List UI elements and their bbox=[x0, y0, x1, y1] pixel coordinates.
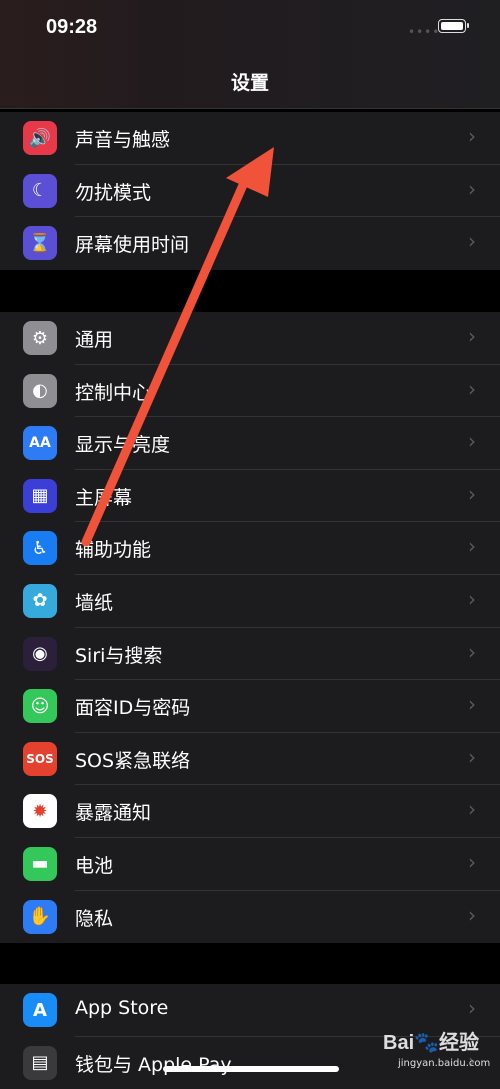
chevron-right-icon: › bbox=[468, 376, 476, 401]
settings-row[interactable]: AA 显示与亮度 › bbox=[0, 417, 500, 470]
settings-row[interactable]: ☺ 面容ID与密码 › bbox=[0, 680, 500, 733]
hourglass-icon: ⌛ bbox=[23, 226, 57, 261]
chevron-right-icon: › bbox=[468, 744, 476, 769]
settings-row[interactable]: ⚙ 通用 › bbox=[0, 312, 500, 365]
wallet-icon: ▤ bbox=[23, 1045, 57, 1080]
chevron-right-icon: › bbox=[468, 534, 476, 559]
settings-row-label: 辅助功能 bbox=[75, 539, 152, 562]
chevron-right-icon: › bbox=[468, 996, 476, 1020]
settings-group-sound: 🔊 声音与触感 › ☾ 勿扰模式 › ⌛ 屏幕使用时间 › bbox=[0, 112, 500, 270]
chevron-right-icon: › bbox=[468, 429, 476, 454]
battery-status-icon bbox=[438, 19, 469, 33]
moon-icon: ☾ bbox=[23, 173, 57, 208]
app-store-icon: A bbox=[23, 993, 57, 1027]
settings-row[interactable]: 🔊 声音与触感 › bbox=[0, 112, 500, 165]
settings-row[interactable]: ◉ Siri与搜索 › bbox=[0, 628, 500, 681]
chevron-right-icon: › bbox=[468, 229, 476, 254]
chevron-right-icon: › bbox=[468, 902, 476, 927]
signal-icon: •••• bbox=[408, 25, 441, 39]
settings-row[interactable]: ✿ 墙纸 › bbox=[0, 575, 500, 628]
settings-row[interactable]: ✹ 暴露通知 › bbox=[0, 785, 500, 838]
accessibility-icon: ♿ bbox=[23, 531, 57, 566]
settings-row-label: 屏幕使用时间 bbox=[75, 234, 190, 257]
home-grid-icon: ▦ bbox=[23, 478, 57, 513]
chevron-right-icon: › bbox=[468, 324, 476, 348]
settings-row-label: 显示与亮度 bbox=[75, 434, 171, 457]
flower-icon: ✿ bbox=[23, 583, 57, 618]
chevron-right-icon: › bbox=[468, 586, 476, 611]
watermark-logo: Bai🐾经验 bbox=[383, 1032, 480, 1054]
settings-row-label: 暴露通知 bbox=[75, 802, 152, 825]
status-bar: 09:28 •••• bbox=[0, 0, 500, 58]
chevron-right-icon: › bbox=[468, 797, 476, 822]
settings-row[interactable]: ◐ 控制中心 › bbox=[0, 365, 500, 418]
chevron-right-icon: › bbox=[468, 481, 476, 506]
settings-row[interactable]: ☾ 勿扰模式 › bbox=[0, 165, 500, 218]
settings-row-label: 墙纸 bbox=[75, 591, 114, 614]
settings-row-label: 控制中心 bbox=[75, 381, 152, 404]
settings-row-label: 声音与触感 bbox=[75, 129, 171, 151]
settings-row[interactable]: ⌛ 屏幕使用时间 › bbox=[0, 217, 500, 270]
home-indicator[interactable] bbox=[163, 1066, 339, 1072]
speaker-icon: 🔊 bbox=[23, 121, 57, 155]
nav-bar: 设置 bbox=[0, 58, 500, 109]
settings-row-label: 钱包与 Apple Pay bbox=[75, 1053, 232, 1076]
chevron-right-icon: › bbox=[468, 176, 476, 201]
settings-row-label: 隐私 bbox=[75, 907, 114, 930]
settings-row[interactable]: SOS SOS紧急联络 › bbox=[0, 733, 500, 786]
settings-row-label: 通用 bbox=[75, 329, 114, 351]
siri-icon: ◉ bbox=[23, 636, 57, 671]
settings-row-label: 勿扰模式 bbox=[75, 181, 152, 204]
face-id-icon: ☺ bbox=[23, 689, 57, 724]
settings-row[interactable]: ▦ 主屏幕 › bbox=[0, 470, 500, 523]
settings-row-label: App Store bbox=[75, 997, 169, 1019]
settings-row-label: 面容ID与密码 bbox=[75, 697, 191, 720]
chevron-right-icon: › bbox=[468, 639, 476, 664]
sos-icon: SOS bbox=[23, 741, 57, 776]
text-size-icon: AA bbox=[23, 426, 57, 461]
page-title: 设置 bbox=[230, 72, 269, 94]
battery-icon: ▬ bbox=[23, 846, 57, 881]
settings-row[interactable]: ▬ 电池 › bbox=[0, 838, 500, 891]
status-time: 09:28 bbox=[46, 16, 98, 38]
settings-row-label: SOS紧急联络 bbox=[75, 749, 191, 772]
settings-row-label: 电池 bbox=[75, 854, 114, 877]
settings-row-label: Siri与搜索 bbox=[75, 644, 163, 667]
watermark-url: jingyan.baidu.com bbox=[398, 1058, 491, 1069]
chevron-right-icon: › bbox=[468, 849, 476, 874]
hand-icon: ✋ bbox=[23, 899, 57, 934]
settings-row-label: 主屏幕 bbox=[75, 486, 133, 509]
settings-group-general: ⚙ 通用 › ◐ 控制中心 › AA 显示与亮度 › ▦ 主屏幕 › ♿ 辅助功能 › ✿ 墙纸 › ◉ Siri与搜… bbox=[0, 312, 500, 944]
exposure-icon: ✹ bbox=[23, 794, 57, 829]
toggles-icon: ◐ bbox=[23, 373, 57, 408]
settings-row[interactable]: ♿ 辅助功能 › bbox=[0, 522, 500, 575]
chevron-right-icon: › bbox=[468, 124, 476, 148]
chevron-right-icon: › bbox=[468, 692, 476, 717]
gear-icon: ⚙ bbox=[23, 321, 57, 355]
settings-row[interactable]: ✋ 隐私 › bbox=[0, 891, 500, 944]
